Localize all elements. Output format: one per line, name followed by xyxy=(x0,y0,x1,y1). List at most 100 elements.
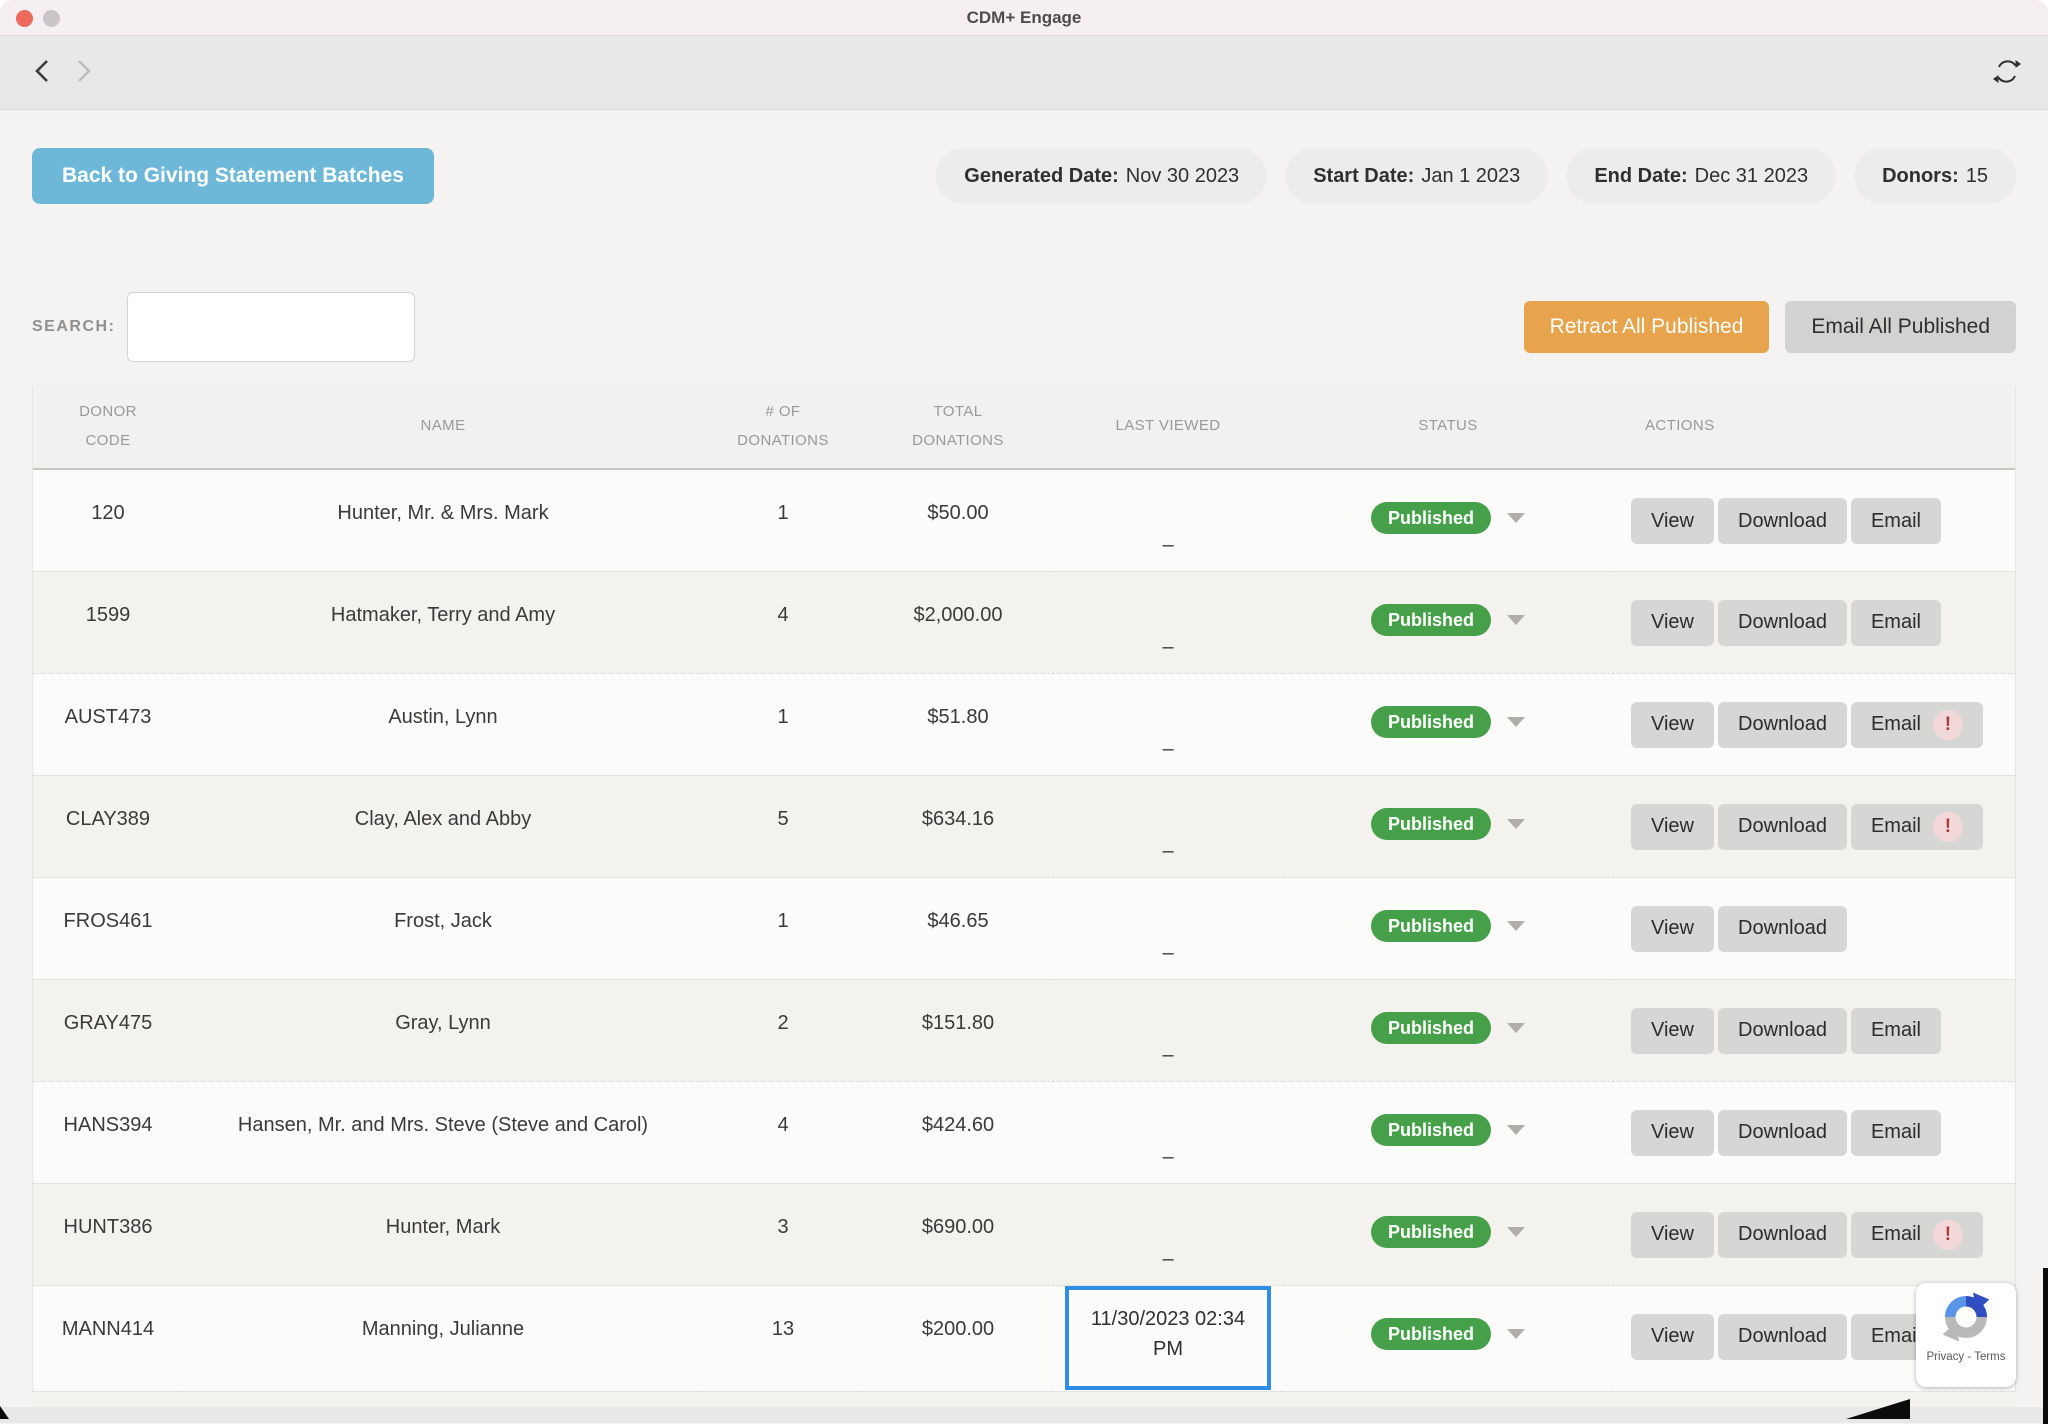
status-dropdown-caret-icon[interactable] xyxy=(1507,819,1525,829)
cell-status: Published xyxy=(1283,1285,1613,1391)
cell-status: Published xyxy=(1283,775,1613,877)
button-label: View xyxy=(1651,1325,1694,1348)
generated-date-pill: Generated Date: Nov 30 2023 xyxy=(936,148,1267,204)
refresh-button[interactable] xyxy=(1990,54,2024,91)
view-statement-button[interactable]: View xyxy=(1631,498,1714,544)
last-viewed-value: – xyxy=(1162,636,1173,659)
button-label: Email xyxy=(1871,713,1921,736)
status-dropdown-caret-icon[interactable] xyxy=(1507,921,1525,931)
status-dropdown-caret-icon[interactable] xyxy=(1507,513,1525,523)
status-dropdown-caret-icon[interactable] xyxy=(1507,1329,1525,1339)
button-label: Download xyxy=(1738,815,1827,838)
end-date-pill: End Date: Dec 31 2023 xyxy=(1566,148,1836,204)
email-all-published-button[interactable]: Email All Published xyxy=(1785,301,2016,353)
cell-actions: View Download Email! xyxy=(1613,775,2015,877)
cell-donation-count: 4 xyxy=(703,571,863,673)
button-label: Email xyxy=(1871,611,1921,634)
cell-name: Gray, Lynn xyxy=(183,979,703,1081)
email-statement-button[interactable]: Email xyxy=(1851,1008,1941,1054)
cell-donation-count: 1 xyxy=(703,469,863,571)
chevron-right-icon xyxy=(70,56,96,89)
button-label: Download xyxy=(1738,1121,1827,1144)
status-dropdown-caret-icon[interactable] xyxy=(1507,717,1525,727)
title-bar: CDM+ Engage xyxy=(0,0,2048,36)
cell-status: Published xyxy=(1283,877,1613,979)
status-dropdown-caret-icon[interactable] xyxy=(1507,1125,1525,1135)
download-statement-button[interactable]: Download xyxy=(1718,804,1847,850)
email-statement-button[interactable]: Email xyxy=(1851,1110,1941,1156)
button-label: Download xyxy=(1738,510,1827,533)
cell-name: Hatmaker, Terry and Amy xyxy=(183,571,703,673)
table-row: HUNT386Hunter, Mark3$690.00–PublishedVie… xyxy=(33,1183,2015,1285)
button-label: View xyxy=(1651,917,1694,940)
view-statement-button[interactable]: View xyxy=(1631,702,1714,748)
back-navigation-button[interactable] xyxy=(30,56,56,89)
pill-label: Generated Date: xyxy=(964,165,1119,188)
email-statement-button[interactable]: Email! xyxy=(1851,804,1983,850)
cell-donor-code: MANN414 xyxy=(33,1285,183,1391)
minimize-window-button[interactable] xyxy=(43,10,60,27)
forward-navigation-button[interactable] xyxy=(70,56,96,89)
giving-statements-table: DONOR CODE NAME # OF DONATIONS TOTAL DON… xyxy=(32,385,2016,1392)
download-statement-button[interactable]: Download xyxy=(1718,906,1847,952)
download-statement-button[interactable]: Download xyxy=(1718,1110,1847,1156)
view-statement-button[interactable]: View xyxy=(1631,1314,1714,1360)
view-statement-button[interactable]: View xyxy=(1631,1008,1714,1054)
pill-label: Start Date: xyxy=(1313,165,1414,188)
download-statement-button[interactable]: Download xyxy=(1718,1314,1847,1360)
recaptcha-badge[interactable]: Privacy - Terms xyxy=(1916,1283,2016,1387)
search-input[interactable] xyxy=(127,292,415,362)
button-label: Email xyxy=(1871,1121,1921,1144)
download-statement-button[interactable]: Download xyxy=(1718,702,1847,748)
close-window-button[interactable] xyxy=(16,10,33,27)
email-statement-button[interactable]: Email xyxy=(1851,498,1941,544)
status-dropdown-caret-icon[interactable] xyxy=(1507,1023,1525,1033)
last-viewed-value: – xyxy=(1162,738,1173,761)
button-label: Email xyxy=(1871,1223,1921,1246)
view-statement-button[interactable]: View xyxy=(1631,1110,1714,1156)
email-statement-button[interactable]: Email! xyxy=(1851,1212,1983,1258)
window-controls xyxy=(16,0,60,36)
button-label: View xyxy=(1651,611,1694,634)
download-statement-button[interactable]: Download xyxy=(1718,1008,1847,1054)
download-statement-button[interactable]: Download xyxy=(1718,1212,1847,1258)
window-title: CDM+ Engage xyxy=(967,8,1082,28)
back-to-batches-button[interactable]: Back to Giving Statement Batches xyxy=(32,148,434,204)
status-badge: Published xyxy=(1371,1216,1491,1248)
button-label: View xyxy=(1651,510,1694,533)
status-dropdown-caret-icon[interactable] xyxy=(1507,1227,1525,1237)
cell-donor-code: GRAY475 xyxy=(33,979,183,1081)
view-statement-button[interactable]: View xyxy=(1631,804,1714,850)
button-label: Download xyxy=(1738,1019,1827,1042)
pill-label: Donors: xyxy=(1882,165,1959,188)
retract-all-published-button[interactable]: Retract All Published xyxy=(1524,301,1770,353)
email-warning-icon: ! xyxy=(1933,812,1963,842)
cell-total-donations: $690.00 xyxy=(863,1183,1053,1285)
view-statement-button[interactable]: View xyxy=(1631,1212,1714,1258)
cell-last-viewed: 11/30/2023 02:34 PM xyxy=(1053,1285,1283,1391)
cell-last-viewed: – xyxy=(1053,979,1283,1081)
cell-donation-count: 13 xyxy=(703,1285,863,1391)
donors-count-pill: Donors: 15 xyxy=(1854,148,2016,204)
download-statement-button[interactable]: Download xyxy=(1718,498,1847,544)
email-statement-button[interactable]: Email! xyxy=(1851,702,1983,748)
cell-total-donations: $46.65 xyxy=(863,877,1053,979)
status-dropdown-caret-icon[interactable] xyxy=(1507,615,1525,625)
button-label: View xyxy=(1651,713,1694,736)
button-label: Download xyxy=(1738,713,1827,736)
chevron-left-icon xyxy=(30,56,56,89)
recaptcha-privacy-terms-links[interactable]: Privacy - Terms xyxy=(1916,1351,2016,1363)
download-statement-button[interactable]: Download xyxy=(1718,600,1847,646)
email-statement-button[interactable]: Email xyxy=(1851,600,1941,646)
view-statement-button[interactable]: View xyxy=(1631,600,1714,646)
cell-name: Manning, Julianne xyxy=(183,1285,703,1391)
last-viewed-value: – xyxy=(1162,1146,1173,1169)
view-statement-button[interactable]: View xyxy=(1631,906,1714,952)
cell-donor-code: AUST473 xyxy=(33,673,183,775)
table-row: CLAY389Clay, Alex and Abby5$634.16–Publi… xyxy=(33,775,2015,877)
table-body: 120Hunter, Mr. & Mrs. Mark1$50.00–Publis… xyxy=(33,469,2015,1391)
cell-name: Hunter, Mr. & Mrs. Mark xyxy=(183,469,703,571)
search-label: SEARCH: xyxy=(32,318,115,336)
table-row: AUST473Austin, Lynn1$51.80–PublishedView… xyxy=(33,673,2015,775)
cell-status: Published xyxy=(1283,571,1613,673)
